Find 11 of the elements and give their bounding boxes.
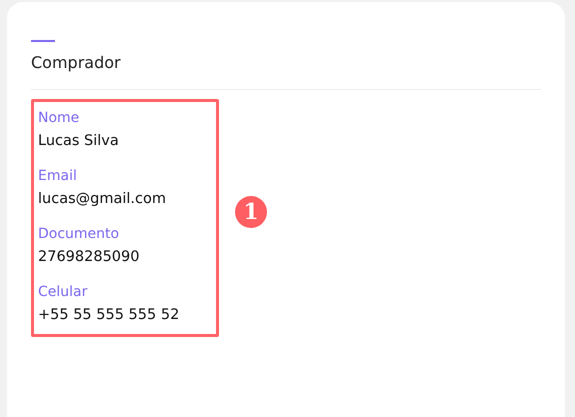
field-label: Email: [38, 167, 78, 186]
field-value: Lucas Silva: [38, 132, 120, 151]
section-title: Comprador: [31, 53, 122, 73]
field-label: Nome: [38, 109, 80, 128]
accent-bar: [31, 40, 55, 42]
field-value: +55 55 555 555 52: [38, 306, 180, 325]
field-label: Documento: [38, 225, 120, 244]
field-label: Celular: [38, 283, 88, 302]
field-value: 27698285090: [38, 248, 140, 267]
annotation-badge: 1: [235, 196, 267, 228]
field-value: lucas@gmail.com: [38, 190, 167, 209]
